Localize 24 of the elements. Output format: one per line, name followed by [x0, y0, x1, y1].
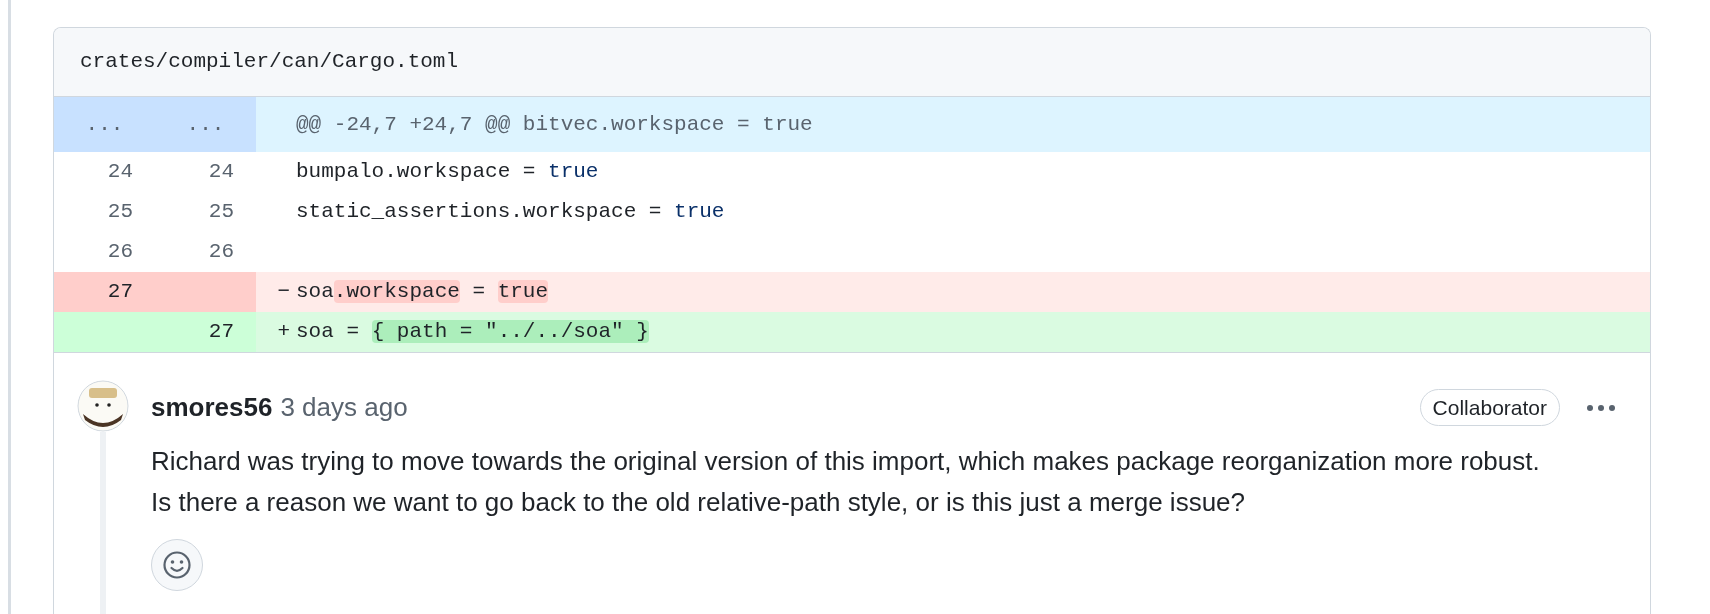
- comment-time[interactable]: 3 days ago: [280, 388, 408, 427]
- code-text: soa.workspace = true: [296, 279, 549, 306]
- line-number: 25: [106, 199, 134, 226]
- line-number: 25: [207, 199, 235, 226]
- expand-lines-button[interactable]: ...: [54, 97, 155, 152]
- line-number: 26: [207, 239, 235, 266]
- diff-marker: −: [277, 280, 290, 304]
- file-path: crates/compiler/can/Cargo.toml: [80, 49, 459, 76]
- avatar-icon[interactable]: [77, 380, 129, 432]
- expand-lines-button[interactable]: ...: [155, 97, 256, 152]
- code-text: static_assertions.workspace = true: [296, 199, 725, 226]
- hunk-header-text: @@ -24,7 +24,7 @@ bitvec.workspace = true: [296, 111, 813, 138]
- code-text: bumpalo.workspace = true: [296, 159, 599, 186]
- diff-marker: +: [277, 320, 290, 344]
- line-number: 27: [54, 272, 155, 312]
- comment-text: Richard was trying to move towards the original version of this import, which makes package reorganization more robust. Is there a reason we want to go back to the old relative-path style, or is this just a merge issue?: [151, 445, 1541, 519]
- line-number: 24: [207, 159, 235, 186]
- code-text: soa = { path = "../../soa" }: [296, 319, 649, 346]
- line-number: 26: [106, 239, 134, 266]
- smiley-icon: [162, 550, 192, 580]
- comment-author[interactable]: smores56: [151, 388, 273, 427]
- line-number: 27: [155, 312, 256, 352]
- line-number: 24: [106, 159, 134, 186]
- add-reaction-button[interactable]: [151, 539, 203, 591]
